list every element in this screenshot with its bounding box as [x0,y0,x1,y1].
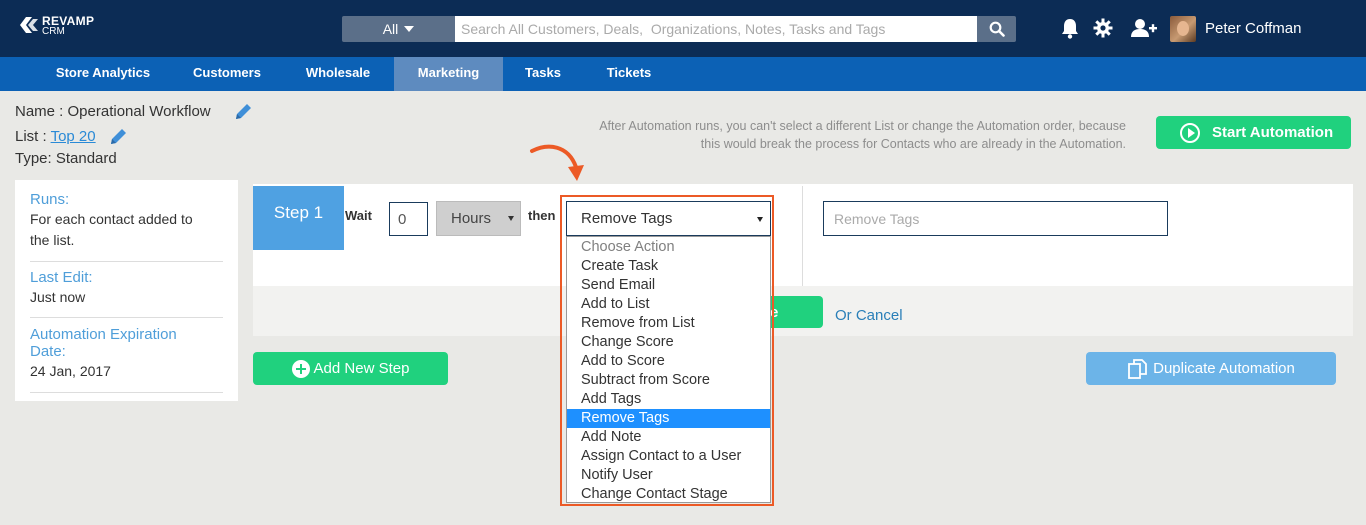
action-dropdown-list: Choose Action Create Task Send Email Add… [566,236,771,503]
dropdown-option[interactable]: Send Email [567,276,770,295]
dropdown-option[interactable]: Add Note [567,428,770,447]
nav-item-store-analytics[interactable]: Store Analytics [45,57,161,91]
list-label: List : [15,128,51,145]
notice-line-1: After Automation runs, you can't select … [599,119,1126,133]
runs-value-line-2: the list. [30,232,75,248]
nav-item-tickets[interactable]: Tickets [594,57,664,91]
dropdown-option[interactable]: Remove from List [567,314,770,333]
avatar-face [1177,21,1189,36]
top-bar: REVAMP CRM All Search All Customers, Dea… [0,0,1366,57]
dropdown-option[interactable]: Create Task [567,257,770,276]
add-user-icon [1131,19,1157,37]
logo-mark-icon [20,17,38,33]
duplicate-automation-label: Duplicate Automation [1153,360,1295,377]
play-icon [1180,122,1200,143]
start-automation-button[interactable]: Start Automation [1156,116,1351,149]
name-value: Operational Workflow [67,103,211,120]
automation-name: Name : Operational Workflow [15,103,211,120]
wait-unit-select[interactable]: Hours [436,201,521,236]
tags-input[interactable] [823,201,1168,236]
dropdown-option: Choose Action [581,239,675,255]
dropdown-option[interactable]: Add Tags [567,390,770,409]
start-automation-label: Start Automation [1212,124,1334,141]
wait-amount-input[interactable] [389,202,428,236]
gear-icon [1093,18,1113,38]
logo-subtext: CRM [42,26,65,37]
expiration-value: 24 Jan, 2017 [30,363,111,379]
search-icon [989,21,1005,37]
add-new-step-label: Add New Step [313,360,410,377]
last-edit-value: Just now [30,289,86,305]
divider [30,261,223,262]
dropdown-option[interactable]: Notify User [567,466,770,485]
dropdown-option-selected[interactable]: Remove Tags [567,409,770,428]
nav-item-customers[interactable]: Customers [180,57,274,91]
automation-notice: After Automation runs, you can't select … [590,117,1126,153]
divider [802,186,803,286]
list-link[interactable]: Top 20 [51,128,96,145]
automation-type: Type: Standard [15,150,117,167]
dropdown-option[interactable]: Change Contact Stage [567,485,770,504]
cancel-link[interactable]: Or Cancel [835,307,903,324]
expiration-label-line-2: Date: [30,343,66,360]
divider [30,392,223,393]
pencil-icon[interactable] [233,102,253,122]
nav-item-marketing[interactable]: Marketing [394,57,503,91]
automation-list: List : Top 20 [15,128,96,145]
search-button[interactable] [977,16,1016,42]
user-name[interactable]: Peter Coffman [1205,20,1301,37]
type-value: Standard [55,150,117,167]
last-edit-label: Last Edit: [30,269,93,286]
caret-down-icon [508,216,514,221]
chevron-down-icon [404,26,415,32]
dropdown-option[interactable]: Assign Contact to a User [567,447,770,466]
action-select[interactable]: Remove Tags [566,201,771,236]
bell-icon [1062,19,1078,39]
duplicate-automation-button[interactable]: Duplicate Automation [1086,352,1336,385]
arrow-annotation-icon [530,144,584,181]
wait-label: Wait [345,208,372,223]
add-user-button[interactable] [1131,17,1157,39]
runs-value-line-1: For each contact added to [30,211,193,227]
main-nav: Store Analytics Customers Wholesale Mark… [0,57,1366,91]
action-select-value: Remove Tags [581,210,673,227]
search-input[interactable] [455,16,977,42]
search-scope-label: All [382,21,399,37]
revamp-crm-logo[interactable]: REVAMP CRM [18,12,98,40]
avatar[interactable] [1170,16,1196,42]
expiration-label-line-1: Automation Expiration [30,326,177,343]
caret-down-icon [757,217,763,222]
wait-unit-value: Hours [451,210,492,227]
divider [30,317,223,318]
dropdown-option[interactable]: Change Score [567,333,770,352]
add-new-step-button[interactable]: Add New Step [253,352,448,385]
runs-label: Runs: [30,191,70,208]
dropdown-option[interactable]: Subtract from Score [567,371,770,390]
automation-summary-panel: Runs: For each contact added to the list… [15,180,238,401]
notice-line-2: this would break the process for Contact… [700,137,1126,151]
type-label: Type: [15,150,56,167]
pencil-icon[interactable] [108,127,128,147]
save-button[interactable]: e [770,296,823,328]
settings-button[interactable] [1092,17,1114,39]
name-label: Name : [15,103,68,120]
nav-item-wholesale[interactable]: Wholesale [292,57,384,91]
search-scope-dropdown[interactable]: All [342,16,455,42]
copy-icon [1128,358,1148,379]
plus-circle-icon [291,359,310,378]
step-badge: Step 1 [253,186,344,250]
dropdown-option[interactable]: Add to List [567,295,770,314]
then-label: then [528,208,556,223]
notifications-button[interactable] [1059,17,1081,39]
nav-item-tasks[interactable]: Tasks [512,57,574,91]
dropdown-option[interactable]: Add to Score [567,352,770,371]
